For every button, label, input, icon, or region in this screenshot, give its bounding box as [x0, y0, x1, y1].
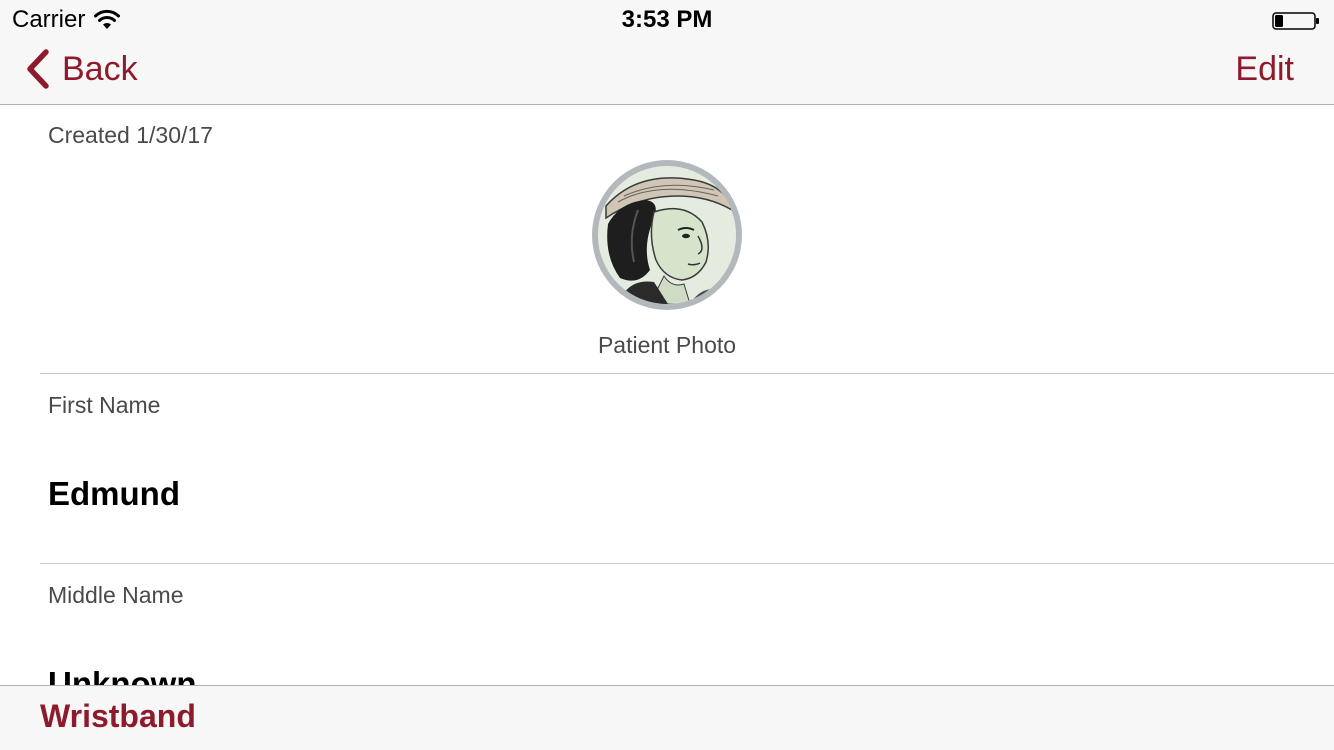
edit-button[interactable]: Edit: [1235, 50, 1294, 89]
bottom-toolbar: Wristband: [0, 685, 1334, 750]
created-date: Created 1/30/17: [48, 122, 213, 148]
battery-icon: [1272, 12, 1319, 30]
portrait-illustration: [598, 166, 736, 304]
photo-caption: Patient Photo: [597, 332, 737, 358]
patient-detail-screen: Carrier 3:53 PM Back Edit Created 1/30/1…: [0, 0, 1334, 750]
divider: [40, 373, 1334, 374]
divider: [40, 563, 1334, 564]
chevron-left-icon: [27, 49, 49, 89]
patient-photo[interactable]: [592, 160, 742, 310]
back-button[interactable]: Back: [22, 46, 138, 92]
wristband-button[interactable]: Wristband: [40, 698, 196, 735]
middle-name-label: Middle Name: [48, 582, 184, 608]
patient-photo-image: [598, 166, 736, 304]
first-name-label: First Name: [48, 392, 161, 418]
back-label: Back: [62, 49, 138, 88]
first-name-value: Edmund: [48, 475, 180, 512]
navigation-bar: Carrier 3:53 PM Back Edit: [0, 0, 1334, 105]
status-time: 3:53 PM: [621, 6, 713, 33]
